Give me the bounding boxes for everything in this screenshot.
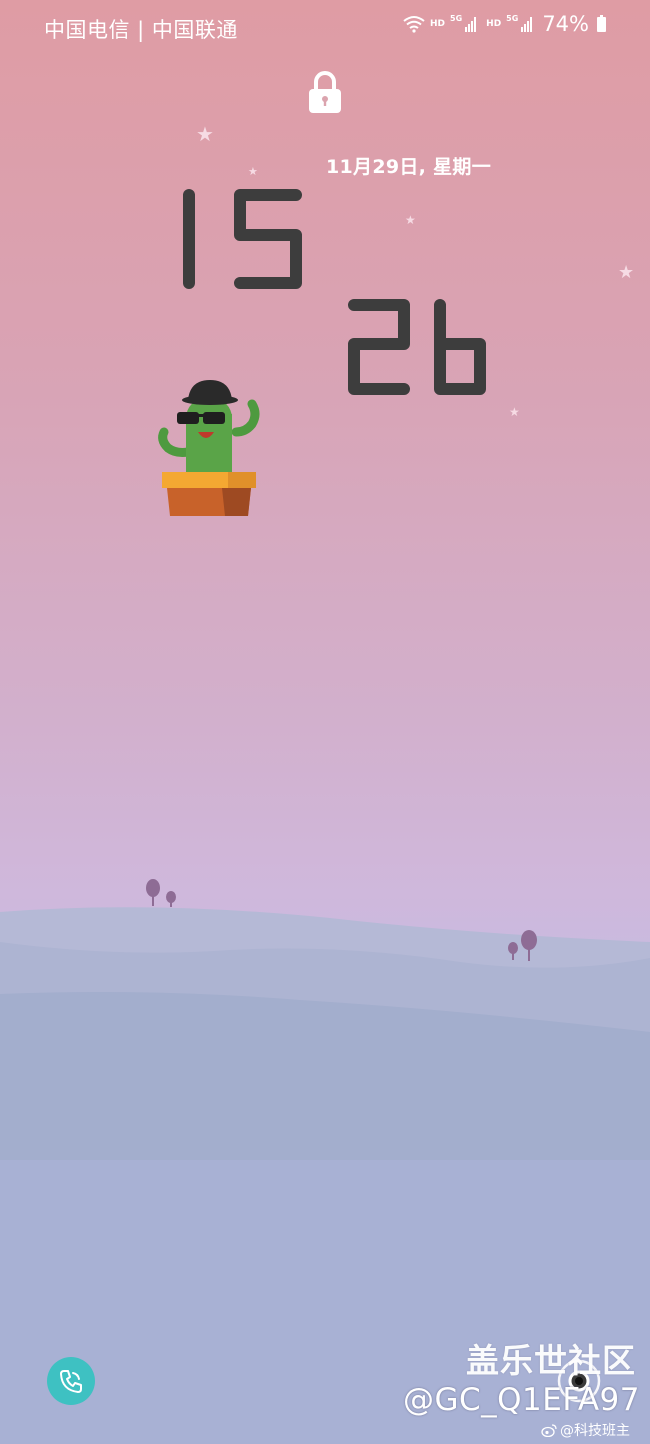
battery-icon (597, 14, 606, 32)
star-decoration: ★ (509, 405, 520, 419)
phone-shortcut-button[interactable] (47, 1357, 95, 1405)
network-type-badge: 5G (506, 13, 519, 23)
battery-percent: 74% (542, 12, 589, 36)
hd-badge: HD (486, 19, 502, 29)
digit-2 (348, 299, 410, 395)
wifi-icon (403, 16, 425, 33)
signal-icon (521, 16, 533, 32)
star-decoration: ★ (248, 165, 258, 178)
cactus-illustration (158, 380, 260, 516)
signal-icon (465, 16, 477, 32)
star-decoration: ★ (405, 213, 416, 227)
status-icons: HD 5G HD 5G 74% (402, 12, 606, 36)
digit-5 (234, 189, 302, 289)
digit-6 (434, 299, 486, 395)
network-type-badge: 5G (450, 13, 463, 23)
star-decoration: ★ (196, 122, 214, 146)
phone-icon (60, 1370, 82, 1393)
carrier-label: 中国电信 | 中国联通 (44, 18, 238, 42)
date-label: 11月29日, 星期一 (326, 156, 492, 178)
clock-hours: 15 (183, 189, 302, 289)
star-decoration: ★ (618, 262, 635, 283)
hd-badge: HD (430, 19, 446, 29)
lock-icon[interactable] (307, 70, 343, 114)
status-bar: 中国电信 | 中国联通 HD 5G HD 5G 74% (0, 0, 650, 58)
clock-minutes: 26 (348, 299, 486, 395)
weibo-icon (541, 1424, 557, 1437)
watermark-title: 盖乐世社区 (466, 1341, 636, 1380)
credit-text: @科技班主 (560, 1423, 630, 1439)
weibo-credit: @科技班主 (541, 1420, 630, 1440)
watermark-user: @GC_Q1EFA97 (402, 1382, 640, 1418)
